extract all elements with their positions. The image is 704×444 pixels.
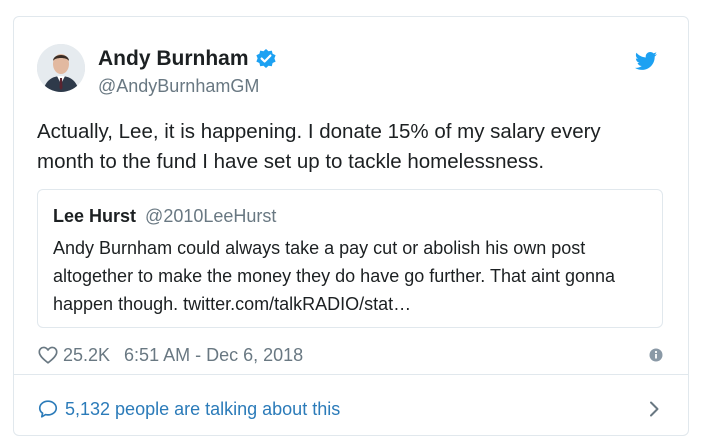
quoted-author-handle: @2010LeeHurst [145,206,277,226]
tweet-meta: 25.2K 6:51 AM - Dec 6, 2018 [37,342,664,368]
tweet-text: Actually, Lee, it is happening. I donate… [37,120,601,173]
conversation-link[interactable]: 5,132 people are talking about this [37,396,664,422]
heart-icon[interactable] [37,344,59,366]
talking-count-text[interactable]: 5,132 people are talking about this [65,399,340,420]
tweet-card[interactable]: Andy Burnham @AndyBurnhamGM Actually, Le… [13,16,689,436]
author-name[interactable]: Andy Burnham [98,46,249,72]
quoted-tweet[interactable]: Lee Hurst @2010LeeHurst Andy Burnham cou… [37,189,663,328]
quoted-tweet-text: Andy Burnham could always take a pay cut… [53,238,616,314]
divider [14,374,688,375]
timestamp[interactable]: 6:51 AM - Dec 6, 2018 [124,345,303,366]
info-icon[interactable] [648,347,664,363]
avatar[interactable] [37,44,85,92]
verified-badge-icon [255,48,277,70]
twitter-bird-icon[interactable] [634,49,658,73]
author-handle[interactable]: @AndyBurnhamGM [98,75,259,97]
like-count[interactable]: 25.2K [63,345,110,366]
chevron-right-icon[interactable] [644,399,664,419]
speech-bubble-icon [37,398,59,420]
avatar-image [37,44,85,92]
quoted-author-name: Lee Hurst [53,206,137,226]
